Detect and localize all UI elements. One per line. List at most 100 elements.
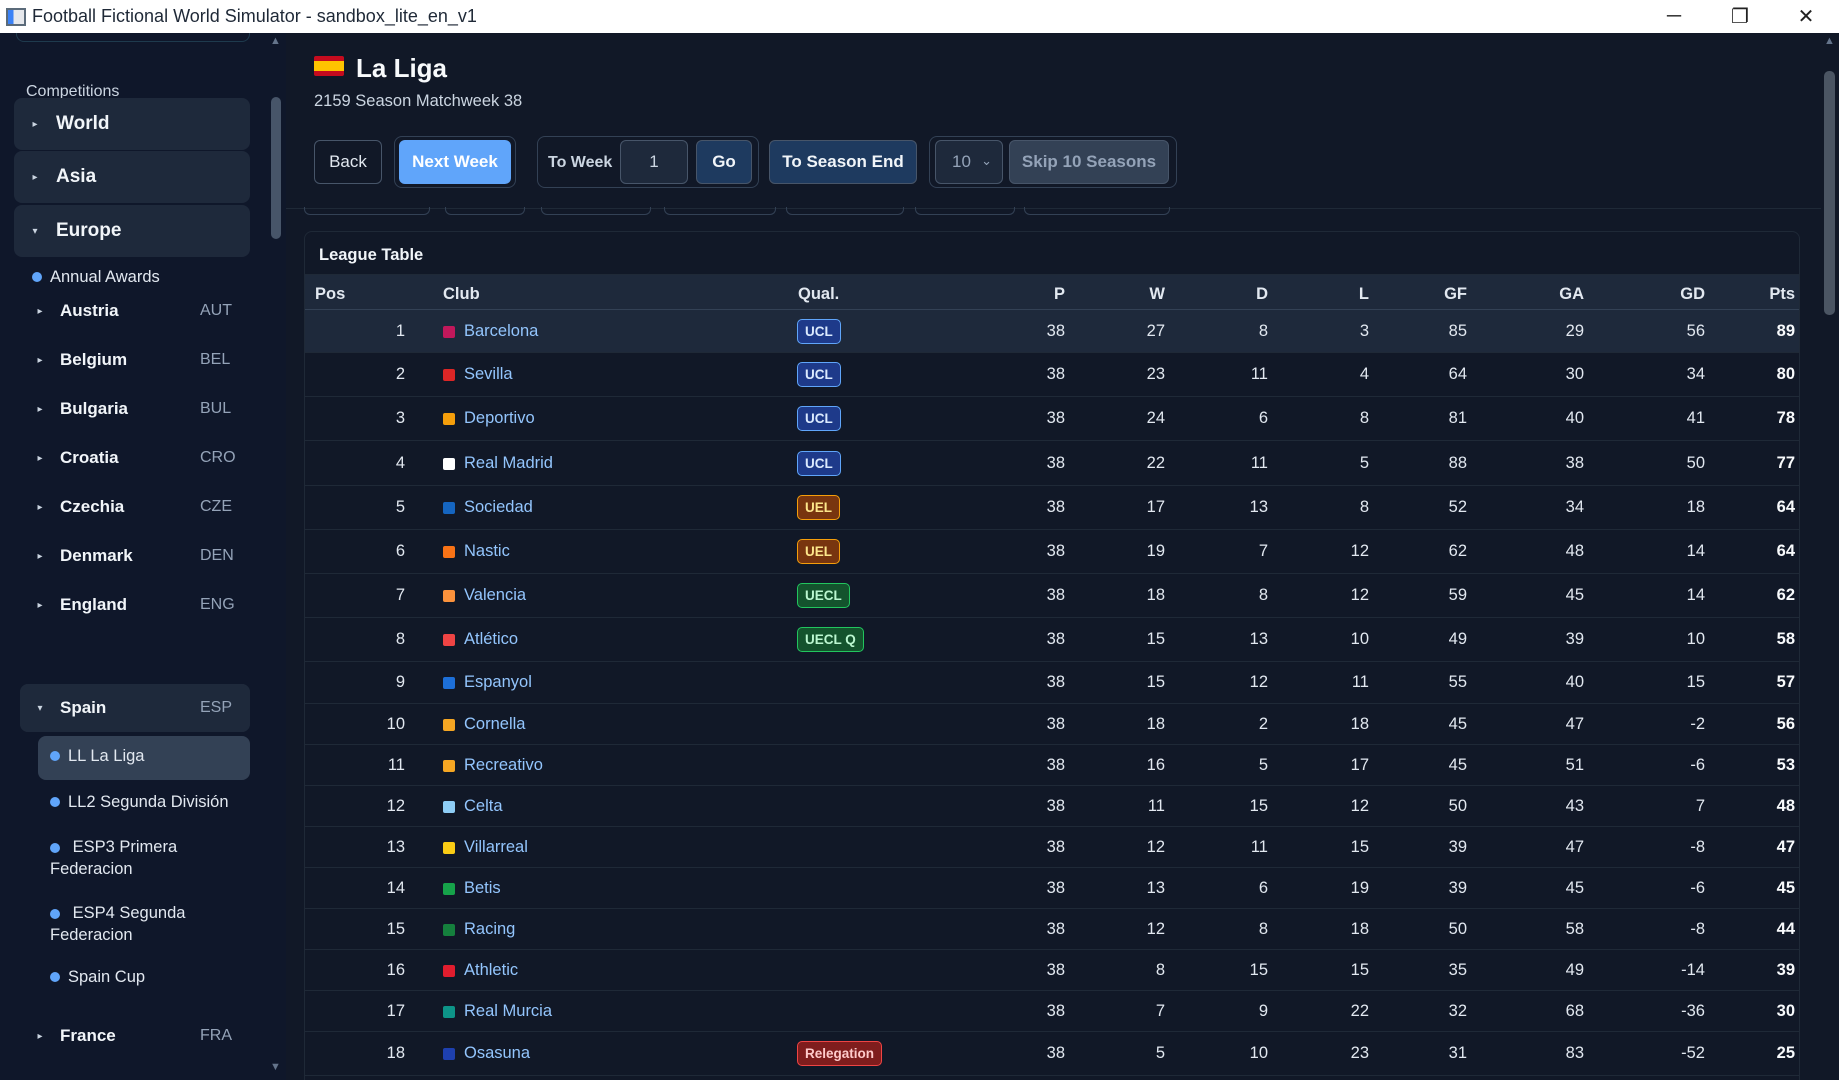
- table-row[interactable]: 18 Osasuna Relegation 38 5 10 23 31 83 -52 25: [305, 1032, 1799, 1076]
- club-link[interactable]: Real Murcia: [443, 1002, 552, 1021]
- table-row[interactable]: 4 Real Madrid UCL 38 22 11 5 88 38 50 77: [305, 441, 1799, 486]
- cell-l: 12: [1350, 542, 1369, 560]
- sidebar-item-segunda-federacion[interactable]: ESP4 Segunda Federacion: [38, 893, 228, 955]
- club-link[interactable]: Athletic: [443, 961, 518, 980]
- club-link[interactable]: Sevilla: [443, 365, 513, 384]
- sidebar-item-france[interactable]: ▸ France FRA: [20, 1014, 250, 1058]
- to-season-end-button[interactable]: To Season End: [769, 140, 917, 184]
- club-link[interactable]: Villarreal: [443, 838, 528, 857]
- club-link[interactable]: Real Madrid: [443, 454, 553, 473]
- table-row[interactable]: 14 Betis 38 13 6 19 39 45 -6 45: [305, 868, 1799, 909]
- table-row[interactable]: 6 Nastic UEL 38 19 7 12 62 48 14 64: [305, 530, 1799, 574]
- club-link[interactable]: Espanyol: [443, 673, 532, 692]
- cell-pts: 56: [1776, 715, 1795, 733]
- col-pts[interactable]: Pts: [1735, 285, 1795, 304]
- table-row[interactable]: 17 Real Murcia 38 7 9 22 32 68 -36 30: [305, 991, 1799, 1032]
- tab-peek[interactable]: [304, 207, 430, 215]
- sidebar-group-asia[interactable]: ▸ Asia: [14, 151, 250, 203]
- sidebar-item-spain-cup[interactable]: Spain Cup: [38, 957, 250, 997]
- sidebar-item-belgium[interactable]: ▸ Belgium BEL: [20, 338, 250, 382]
- cell-ga: 39: [1565, 630, 1584, 648]
- club-link[interactable]: Valencia: [443, 586, 526, 605]
- cell-p: 38: [1046, 1044, 1065, 1062]
- col-gf[interactable]: GF: [1407, 285, 1467, 304]
- scroll-up-icon[interactable]: ▲: [1824, 35, 1835, 47]
- col-p[interactable]: P: [1005, 285, 1065, 304]
- tab-peek[interactable]: [915, 207, 1015, 215]
- sidebar-group-world[interactable]: ▸ World: [14, 98, 250, 150]
- club-link[interactable]: Nastic: [443, 542, 510, 561]
- sidebar-item-croatia[interactable]: ▸ Croatia CRO: [20, 436, 250, 480]
- sidebar-item-label: LL2 Segunda División: [68, 793, 229, 811]
- tab-peek[interactable]: [541, 207, 651, 215]
- minimize-icon[interactable]: ─: [1641, 0, 1707, 33]
- club-link[interactable]: Recreativo: [443, 756, 543, 775]
- tab-peek[interactable]: [664, 207, 776, 215]
- sidebar-item-spain-row[interactable]: ▾ Spain ESP: [20, 684, 250, 732]
- table-row[interactable]: 15 Racing 38 12 8 18 50 58 -8 44: [305, 909, 1799, 950]
- skip-seasons-button[interactable]: Skip 10 Seasons: [1009, 140, 1169, 184]
- qualification-badge: UEL: [797, 539, 840, 564]
- table-row[interactable]: 16 Athletic 38 8 15 15 35 49 -14 39: [305, 950, 1799, 991]
- sidebar-item-primera-federacion[interactable]: ESP3 Primera Federacion: [38, 827, 228, 889]
- sidebar-item-segunda-division[interactable]: LL2 Segunda División: [38, 782, 250, 822]
- sidebar-item-la-liga[interactable]: LL La Liga: [38, 736, 250, 780]
- sidebar-item-england[interactable]: ▸ England ENG: [20, 583, 250, 627]
- club-link[interactable]: Racing: [443, 920, 515, 939]
- table-row[interactable]: 2 Sevilla UCL 38 23 11 4 64 30 34 80: [305, 353, 1799, 397]
- table-row[interactable]: 8 Atlético UECL Q 38 15 13 10 49 39 10 58: [305, 618, 1799, 662]
- club-link[interactable]: Betis: [443, 879, 501, 898]
- sidebar-item-denmark[interactable]: ▸ Denmark DEN: [20, 534, 250, 578]
- club-link[interactable]: Celta: [443, 797, 503, 816]
- table-row[interactable]: 3 Deportivo UCL 38 24 6 8 81 40 41 78: [305, 397, 1799, 441]
- tab-peek[interactable]: [1024, 207, 1170, 215]
- close-icon[interactable]: ✕: [1773, 0, 1839, 33]
- table-row[interactable]: 5 Sociedad UEL 38 17 13 8 52 34 18 64: [305, 486, 1799, 530]
- sidebar-item-austria[interactable]: ▸ Austria AUT: [20, 289, 250, 333]
- cell-pts: 64: [1776, 542, 1795, 560]
- sidebar-scrollbar[interactable]: ▲ ▼: [268, 33, 286, 1080]
- col-l[interactable]: L: [1309, 285, 1369, 304]
- club-name: Real Madrid: [464, 454, 553, 472]
- club-color-swatch: [443, 633, 455, 646]
- cell-pos: 15: [386, 920, 405, 938]
- col-club[interactable]: Club: [443, 285, 480, 304]
- club-link[interactable]: Deportivo: [443, 409, 535, 428]
- club-link[interactable]: Barcelona: [443, 322, 538, 341]
- table-row[interactable]: 9 Espanyol 38 15 12 11 55 40 15 57: [305, 662, 1799, 704]
- table-row[interactable]: 10 Cornella 38 18 2 18 45 47 -2 56: [305, 704, 1799, 745]
- table-row[interactable]: 11 Recreativo 38 16 5 17 45 51 -6 53: [305, 745, 1799, 786]
- club-link[interactable]: Atlético: [443, 630, 518, 649]
- sidebar-scroll-thumb[interactable]: [271, 97, 281, 239]
- col-d[interactable]: D: [1208, 285, 1268, 304]
- club-link[interactable]: Sociedad: [443, 498, 533, 517]
- table-row[interactable]: 7 Valencia UECL 38 18 8 12 59 45 14 62: [305, 574, 1799, 618]
- table-row[interactable]: 13 Villarreal 38 12 11 15 39 47 -8 47: [305, 827, 1799, 868]
- sidebar-item-label: ESP4 Segunda Federacion: [50, 904, 186, 944]
- sidebar-item-bulgaria[interactable]: ▸ Bulgaria BUL: [20, 387, 250, 431]
- cell-pts: 30: [1776, 1002, 1795, 1020]
- sidebar-group-europe[interactable]: ▾ Europe: [14, 205, 250, 257]
- table-row[interactable]: 12 Celta 38 11 15 12 50 43 7 48: [305, 786, 1799, 827]
- tab-peek[interactable]: [445, 207, 525, 215]
- to-week-input[interactable]: [620, 140, 688, 184]
- club-link[interactable]: Cornella: [443, 715, 525, 734]
- col-ga[interactable]: GA: [1524, 285, 1584, 304]
- back-button[interactable]: Back: [314, 140, 382, 184]
- main-scrollbar[interactable]: ▲: [1821, 33, 1839, 1080]
- col-qual[interactable]: Qual.: [798, 285, 839, 304]
- scroll-up-icon[interactable]: ▲: [270, 35, 281, 47]
- col-pos[interactable]: Pos: [315, 285, 345, 304]
- sidebar-item-czechia[interactable]: ▸ Czechia CZE: [20, 485, 250, 529]
- restore-icon[interactable]: ❐: [1707, 0, 1773, 33]
- col-gd[interactable]: GD: [1645, 285, 1705, 304]
- main-scroll-thumb[interactable]: [1824, 71, 1835, 315]
- table-row[interactable]: 1 Barcelona UCL 38 27 8 3 85 29 56 89: [305, 310, 1799, 353]
- club-link[interactable]: Osasuna: [443, 1044, 530, 1063]
- skip-seasons-select[interactable]: 10 ⌄: [935, 140, 1003, 184]
- col-w[interactable]: W: [1105, 285, 1165, 304]
- next-week-button[interactable]: Next Week: [399, 140, 511, 184]
- go-button[interactable]: Go: [696, 140, 752, 184]
- scroll-down-icon[interactable]: ▼: [270, 1061, 281, 1073]
- tab-peek[interactable]: [786, 207, 904, 215]
